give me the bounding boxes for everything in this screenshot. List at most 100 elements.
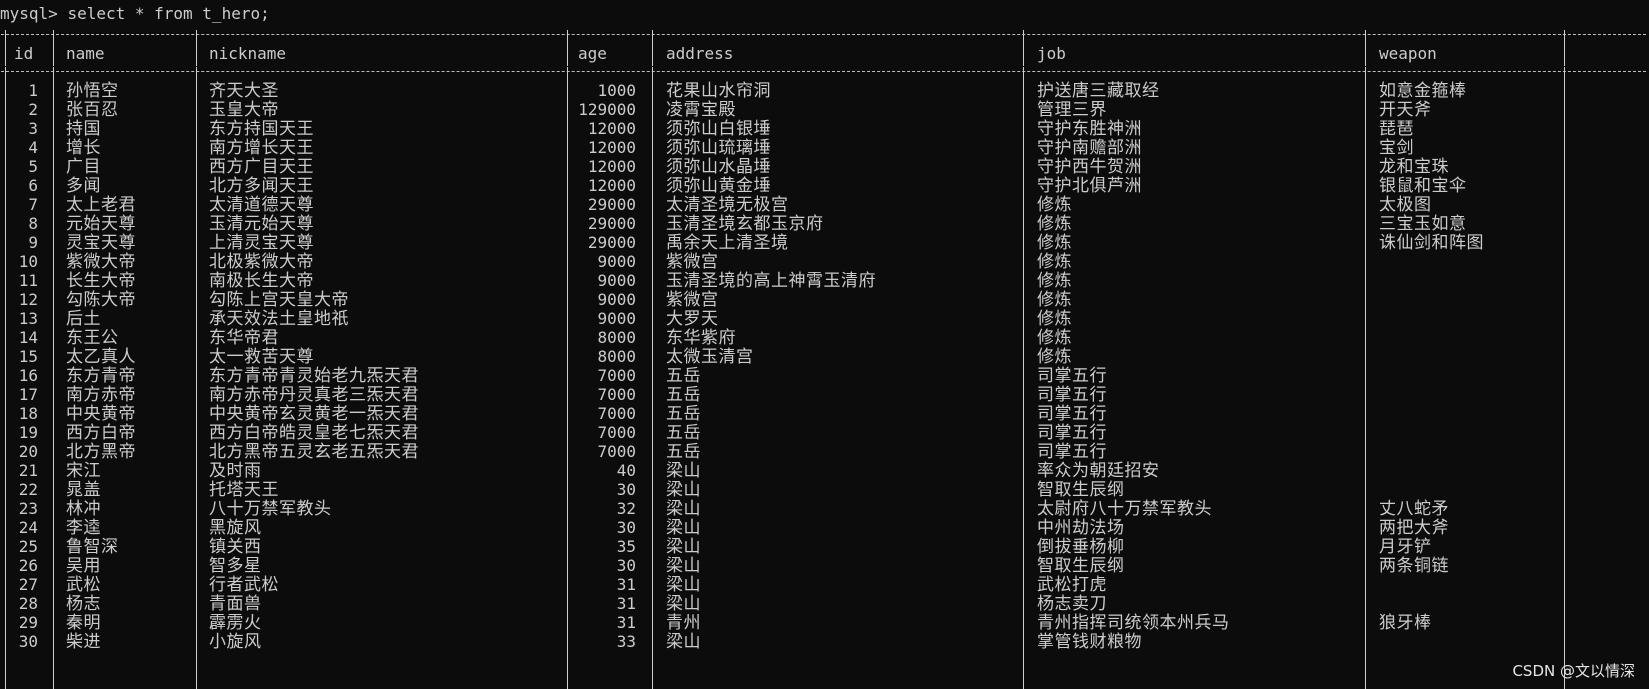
cell-age: 40: [616, 461, 636, 480]
border-cross: [567, 67, 568, 76]
cell-name: 北方黑帝: [66, 442, 136, 462]
cell-name: 后土: [66, 309, 101, 329]
cell-nickname: 北方黑帝五灵玄老五炁天君: [209, 442, 419, 462]
column-header-nickname[interactable]: nickname: [209, 44, 286, 64]
cell-nickname: 东方青帝青灵始老九炁天君: [209, 366, 419, 386]
cell-age: 12000: [587, 138, 636, 157]
cell-address: 梁山: [666, 461, 701, 481]
cell-nickname: 行者武松: [209, 575, 279, 595]
cell-name: 太上老君: [66, 195, 136, 215]
cell-job: 率众为朝廷招安: [1037, 461, 1160, 481]
cell-id: 2: [28, 100, 38, 119]
cell-id: 7: [28, 195, 38, 214]
cell-id: 12: [18, 290, 38, 309]
cell-address: 须弥山琉璃埵: [666, 138, 771, 158]
cell-age: 8000: [597, 347, 636, 366]
column-separator: [1365, 39, 1366, 66]
cell-name: 西方白帝: [66, 423, 136, 443]
cell-job: 修炼: [1037, 328, 1072, 348]
cell-name: 南方赤帝: [66, 385, 136, 405]
cell-address: 紫微宫: [666, 290, 719, 310]
cell-id: 25: [18, 537, 38, 556]
cell-address: 禹余天上清圣境: [666, 233, 789, 253]
cell-age: 12000: [587, 157, 636, 176]
cell-id: 24: [18, 518, 38, 537]
cell-weapon: [1379, 632, 1560, 652]
cell-id: 17: [18, 385, 38, 404]
cell-nickname: 北方多闻天王: [209, 176, 314, 196]
cell-nickname: 西方白帝皓灵皇老七炁天君: [209, 423, 419, 443]
cell-age: 29000: [587, 233, 636, 252]
column-separator: [1023, 39, 1024, 66]
border-cross: [1564, 67, 1565, 76]
column-header-age[interactable]: age: [578, 44, 607, 64]
column-separator: [1023, 76, 1024, 689]
cell-job: 掌管钱财粮物: [1037, 632, 1142, 652]
cell-weapon: [1379, 366, 1560, 386]
cell-age: 9000: [597, 252, 636, 271]
cell-nickname: 齐天大圣: [209, 81, 279, 101]
cell-age: 33: [616, 632, 636, 651]
cell-id: 22: [18, 480, 38, 499]
cell-job: 武松打虎: [1037, 575, 1107, 595]
cell-weapon: [1379, 461, 1560, 481]
cell-address: 梁山: [666, 499, 701, 519]
cell-address: 太清圣境无极宫: [666, 195, 789, 215]
cell-job: 智取生辰纲: [1037, 480, 1125, 500]
cell-nickname: 南方赤帝丹灵真老三炁天君: [209, 385, 419, 405]
cell-age: 35: [616, 537, 636, 556]
column-header-weapon[interactable]: weapon: [1379, 44, 1437, 64]
cell-age: 1000: [597, 81, 636, 100]
cell-address: 大罗天: [666, 309, 719, 329]
cell-weapon: 三宝玉如意: [1379, 214, 1467, 234]
cell-address: 须弥山水晶埵: [666, 157, 771, 177]
cell-name: 勾陈大帝: [66, 290, 136, 310]
column-separator: [53, 39, 54, 66]
border-cross: [1023, 67, 1024, 76]
cell-nickname: 太清道德天尊: [209, 195, 314, 215]
cell-name: 李逵: [66, 518, 101, 538]
cell-weapon: 琵琶: [1379, 119, 1414, 139]
cell-address: 太微玉清宫: [666, 347, 754, 367]
cell-name: 林冲: [66, 499, 101, 519]
cell-id: 16: [18, 366, 38, 385]
cell-address: 梁山: [666, 537, 701, 557]
cell-address: 五岳: [666, 366, 701, 386]
cell-age: 129000: [578, 100, 636, 119]
cell-name: 武松: [66, 575, 101, 595]
cell-weapon: [1379, 575, 1560, 595]
cell-job: 修炼: [1037, 309, 1072, 329]
column-header-name[interactable]: name: [66, 44, 105, 64]
border-cross: [1023, 30, 1024, 39]
column-header-job[interactable]: job: [1037, 44, 1066, 64]
cell-address: 梁山: [666, 594, 701, 614]
cell-nickname: 南方增长天王: [209, 138, 314, 158]
cell-job: 司掌五行: [1037, 423, 1107, 443]
cell-address: 梁山: [666, 556, 701, 576]
cell-job: 修炼: [1037, 290, 1072, 310]
column-separator: [1365, 76, 1366, 689]
cell-id: 9: [28, 233, 38, 252]
cell-nickname: 勾陈上宫天皇大帝: [209, 290, 349, 310]
cell-age: 29000: [587, 214, 636, 233]
cell-job: 修炼: [1037, 347, 1072, 367]
cell-name: 广目: [66, 157, 101, 177]
cell-job: 修炼: [1037, 252, 1072, 272]
cell-address: 玉清圣境的高上神霄玉清府: [666, 271, 876, 291]
terminal-window[interactable]: mysql> select * from t_hero; id name nickn…: [0, 0, 1649, 689]
column-separator: [196, 39, 197, 66]
border-cross: [652, 67, 653, 76]
cell-age: 9000: [597, 271, 636, 290]
cell-weapon: 宝剑: [1379, 138, 1414, 158]
cell-weapon: 如意金箍棒: [1379, 81, 1467, 101]
cell-address: 须弥山黄金埵: [666, 176, 771, 196]
cell-id: 19: [18, 423, 38, 442]
cell-weapon: 诛仙剑和阵图: [1379, 233, 1484, 253]
cell-nickname: 太一救苦天尊: [209, 347, 314, 367]
cell-job: 修炼: [1037, 195, 1072, 215]
column-header-address[interactable]: address: [666, 44, 733, 64]
border-cross: [53, 67, 54, 76]
cell-id: 10: [18, 252, 38, 271]
cell-nickname: 黑旋风: [209, 518, 262, 538]
column-header-id[interactable]: id: [14, 44, 33, 64]
